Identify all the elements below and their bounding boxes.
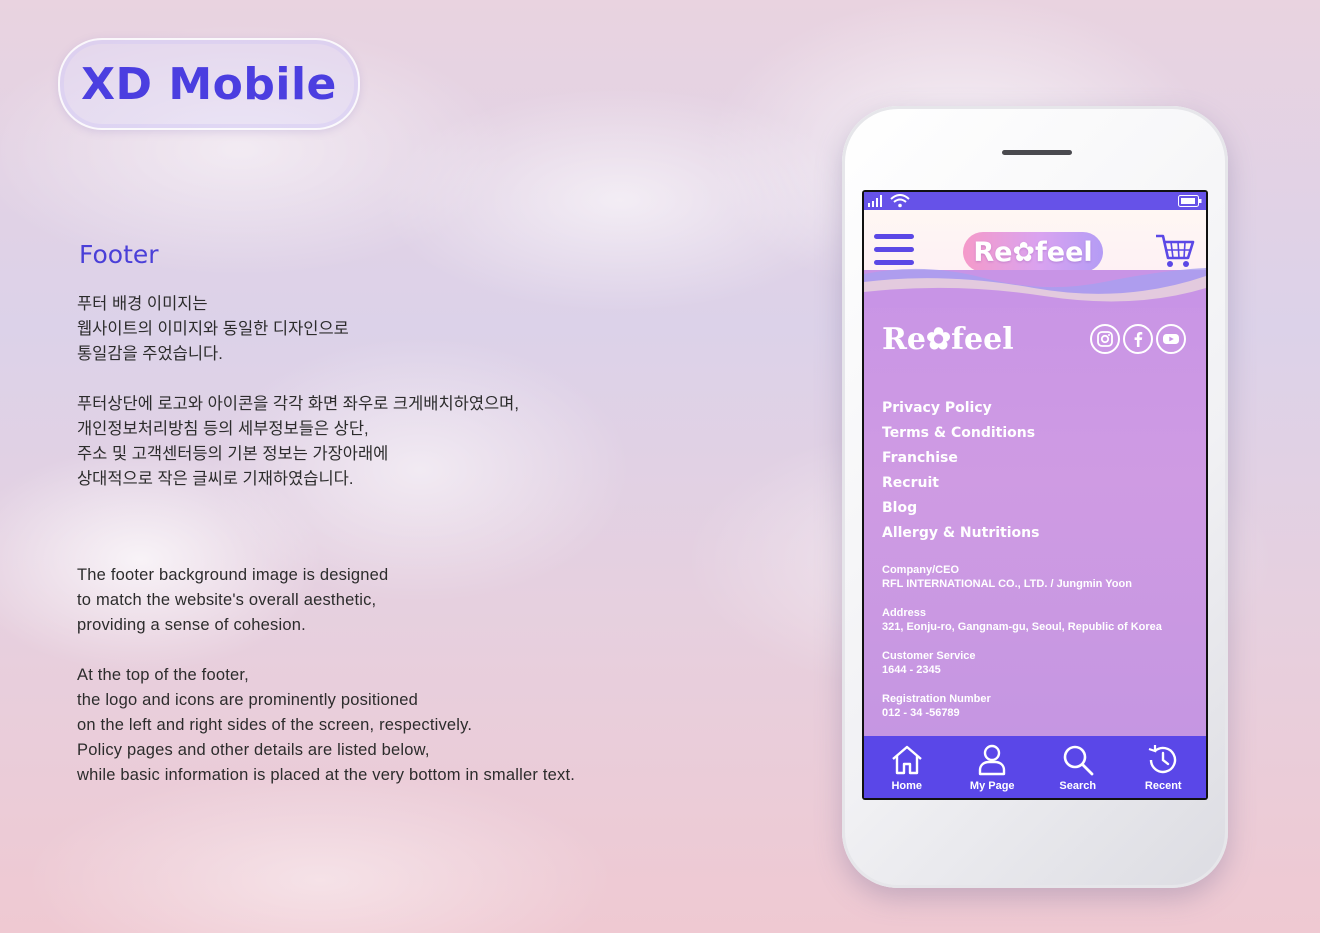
instagram-icon[interactable] bbox=[1090, 324, 1120, 354]
link-privacy-policy[interactable]: Privacy Policy bbox=[882, 396, 1039, 421]
page-title: XD Mobile bbox=[81, 58, 337, 110]
text-line: while basic information is placed at the… bbox=[77, 766, 576, 784]
footer-links: Privacy Policy Terms & Conditions Franch… bbox=[882, 396, 1039, 546]
youtube-icon[interactable] bbox=[1156, 324, 1186, 354]
text-line: on the left and right sides of the scree… bbox=[77, 716, 473, 734]
tab-home[interactable]: Home bbox=[872, 742, 942, 792]
history-icon bbox=[1148, 745, 1177, 774]
tab-label: Home bbox=[891, 780, 923, 792]
user-icon bbox=[979, 744, 1006, 776]
battery-icon bbox=[1178, 195, 1202, 207]
text-line: 푸터상단에 로고와 아이콘을 각각 화면 좌우로 크게배치하였으며, bbox=[77, 395, 519, 413]
info-label: Company/CEO bbox=[882, 564, 960, 576]
signal-icon bbox=[868, 195, 882, 207]
tab-label: Search bbox=[1059, 780, 1097, 792]
text-line: 웹사이트의 이미지와 동일한 디자인으로 bbox=[77, 320, 349, 338]
info-value: 012 - 34 -56789 bbox=[882, 707, 960, 719]
english-paragraph-2: At the top of the footer, the logo and i… bbox=[77, 663, 575, 788]
text-line: the logo and icons are prominently posit… bbox=[77, 691, 419, 709]
link-terms-conditions[interactable]: Terms & Conditions bbox=[882, 421, 1039, 446]
link-recruit[interactable]: Recruit bbox=[882, 471, 1039, 496]
cart-icon[interactable] bbox=[1154, 230, 1196, 270]
tab-recent[interactable]: Recent bbox=[1128, 742, 1198, 792]
text-line: 푸터 배경 이미지는 bbox=[77, 295, 208, 313]
info-label: Registration Number bbox=[882, 693, 991, 705]
text-line: 통일감을 주었습니다. bbox=[77, 345, 223, 363]
text-line: 주소 및 고객센터등의 기본 정보는 가장아래에 bbox=[77, 445, 389, 463]
link-franchise[interactable]: Franchise bbox=[882, 446, 1039, 471]
phone-screen: Re✿feel Re✿feel Privacy Policy Terms & C… bbox=[862, 190, 1208, 800]
text-line: 개인정보처리방침 등의 세부정보들은 상단, bbox=[77, 420, 369, 438]
home-icon bbox=[891, 745, 922, 775]
korean-paragraph-2: 푸터상단에 로고와 아이콘을 각각 화면 좌우로 크게배치하였으며, 개인정보처… bbox=[77, 392, 519, 492]
tab-label: My Page bbox=[969, 780, 1015, 792]
phone-mockup: Re✿feel Re✿feel Privacy Policy Terms & C… bbox=[842, 106, 1228, 888]
link-allergy-nutritions[interactable]: Allergy & Nutritions bbox=[882, 521, 1039, 546]
site-footer: Re✿feel Privacy Policy Terms & Condition… bbox=[864, 268, 1206, 736]
info-value: 321, Eonju-ro, Gangnam-gu, Seoul, Republ… bbox=[882, 621, 1162, 633]
title-badge: XD Mobile bbox=[58, 38, 360, 130]
text-line: The footer background image is designed bbox=[77, 566, 389, 584]
bottom-tab-bar: Home My Page Search Recent bbox=[864, 736, 1206, 798]
link-blog[interactable]: Blog bbox=[882, 496, 1039, 521]
footer-logo[interactable]: Re✿feel bbox=[882, 322, 1014, 357]
search-icon bbox=[1063, 745, 1094, 776]
facebook-icon[interactable] bbox=[1123, 324, 1153, 354]
text-line: 상대적으로 작은 글씨로 기재하였습니다. bbox=[77, 470, 354, 488]
text-line: At the top of the footer, bbox=[77, 666, 249, 684]
footer-wave bbox=[864, 268, 1206, 308]
tab-search[interactable]: Search bbox=[1043, 742, 1113, 792]
info-label: Customer Service bbox=[882, 650, 976, 662]
status-bar bbox=[864, 192, 1206, 210]
text-line: to match the website's overall aesthetic… bbox=[77, 591, 377, 609]
info-value: RFL INTERNATIONAL CO., LTD. / Jungmin Yo… bbox=[882, 578, 1132, 590]
info-value: 1644 - 2345 bbox=[882, 664, 941, 676]
info-label: Address bbox=[882, 607, 927, 619]
social-links bbox=[1090, 324, 1186, 354]
english-paragraph-1: The footer background image is designed … bbox=[77, 563, 388, 638]
menu-icon[interactable] bbox=[874, 234, 914, 268]
header-logo[interactable]: Re✿feel bbox=[963, 232, 1103, 272]
text-line: providing a sense of cohesion. bbox=[77, 616, 306, 634]
company-info: Company/CEO RFL INTERNATIONAL CO., LTD. … bbox=[882, 564, 1162, 736]
tab-my-page[interactable]: My Page bbox=[957, 742, 1027, 792]
section-heading: Footer bbox=[79, 240, 159, 269]
korean-paragraph-1: 푸터 배경 이미지는 웹사이트의 이미지와 동일한 디자인으로 통일감을 주었습… bbox=[77, 292, 349, 367]
wifi-icon bbox=[890, 194, 910, 208]
phone-speaker bbox=[1002, 150, 1072, 155]
text-line: Policy pages and other details are liste… bbox=[77, 741, 430, 759]
tab-label: Recent bbox=[1144, 780, 1182, 792]
